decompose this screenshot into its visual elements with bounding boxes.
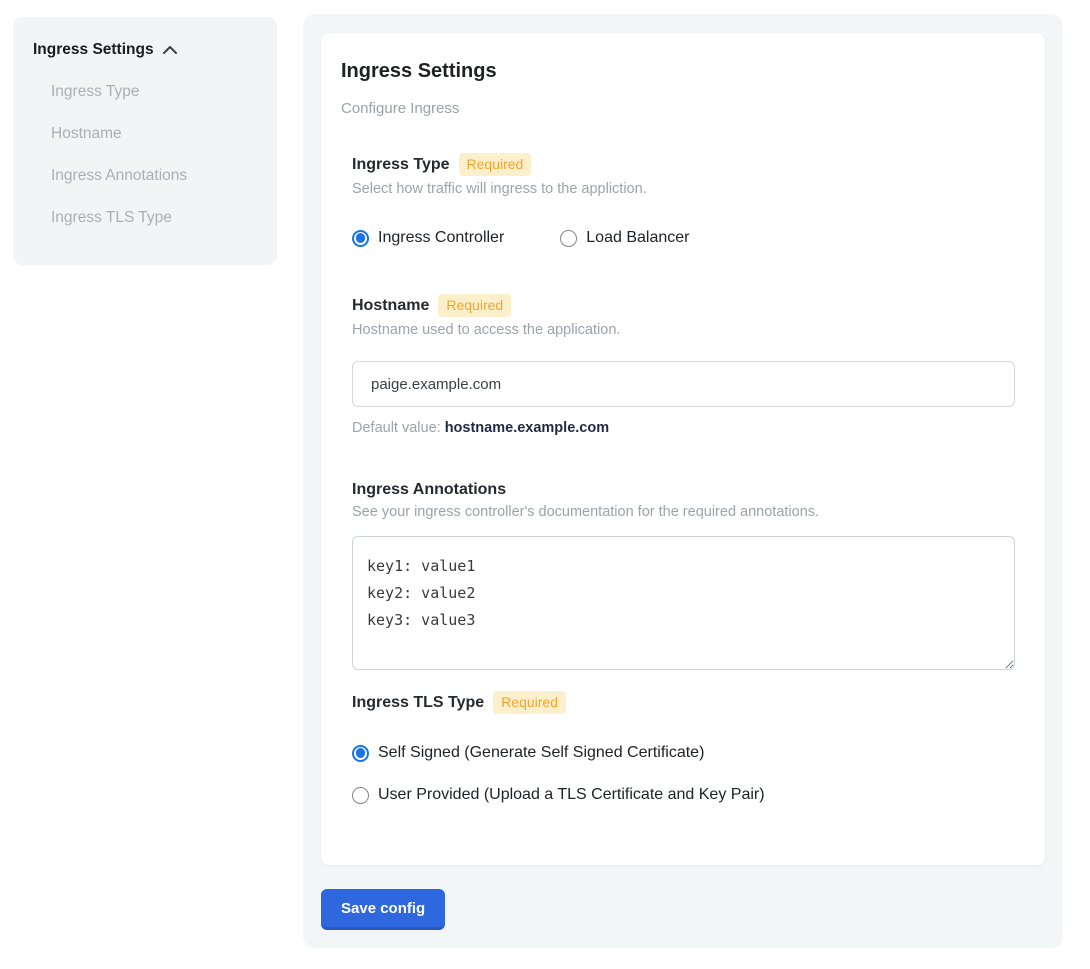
ingress-annotations-section: Ingress Annotations See your ingress con… [352, 481, 1015, 670]
radio-option-load-balancer[interactable]: Load Balancer [560, 229, 689, 247]
radio-option-self-signed[interactable]: Self Signed (Generate Self Signed Certif… [352, 744, 1015, 762]
default-value-text: hostname.example.com [445, 420, 609, 436]
required-badge: Required [438, 294, 511, 317]
radio-option-ingress-controller[interactable]: Ingress Controller [352, 229, 504, 247]
ingress-annotations-description: See your ingress controller's documentat… [352, 504, 1015, 520]
ingress-settings-panel: Ingress Settings Configure Ingress Ingre… [303, 14, 1063, 948]
page-subtitle: Configure Ingress [341, 100, 1015, 117]
ingress-type-description: Select how traffic will ingress to the a… [352, 181, 1015, 197]
save-config-button[interactable]: Save config [321, 889, 445, 930]
ingress-type-section: Ingress Type Required Select how traffic… [352, 153, 1015, 247]
radio-unselected-icon[interactable] [560, 230, 577, 247]
radio-selected-icon[interactable] [352, 230, 369, 247]
sidebar-item-ingress-annotations[interactable]: Ingress Annotations [51, 167, 259, 185]
sidebar-section-toggle[interactable]: Ingress Settings [33, 41, 259, 59]
default-value-label: Default value: [352, 420, 441, 436]
radio-option-label: Load Balancer [586, 229, 689, 247]
radio-option-label: User Provided (Upload a TLS Certificate … [378, 786, 765, 804]
sidebar-item-ingress-type[interactable]: Ingress Type [51, 83, 259, 101]
ingress-annotations-textarea[interactable]: key1: value1 key2: value2 key3: value3 [352, 536, 1015, 670]
hostname-section: Hostname Required Hostname used to acces… [352, 294, 1015, 436]
chevron-up-icon [162, 44, 178, 56]
hostname-input[interactable] [352, 361, 1015, 407]
ingress-tls-type-section: Ingress TLS Type Required Self Signed (G… [352, 691, 1015, 804]
hostname-label: Hostname [352, 297, 429, 315]
page-title: Ingress Settings [341, 60, 1015, 83]
hostname-description: Hostname used to access the application. [352, 322, 1015, 338]
ingress-tls-type-label: Ingress TLS Type [352, 694, 484, 712]
settings-sidebar: Ingress Settings Ingress Type Hostname I… [13, 17, 277, 265]
ingress-annotations-label: Ingress Annotations [352, 481, 506, 499]
radio-option-label: Self Signed (Generate Self Signed Certif… [378, 744, 704, 762]
ingress-type-label: Ingress Type [352, 156, 450, 174]
ingress-type-options: Ingress Controller Load Balancer [352, 229, 1015, 247]
hostname-default-hint: Default value: hostname.example.com [352, 420, 1015, 436]
required-badge: Required [493, 691, 566, 714]
radio-selected-icon[interactable] [352, 745, 369, 762]
required-badge: Required [459, 153, 532, 176]
ingress-settings-card: Ingress Settings Configure Ingress Ingre… [321, 33, 1045, 865]
radio-unselected-icon[interactable] [352, 787, 369, 804]
radio-option-label: Ingress Controller [378, 229, 504, 247]
sidebar-section-title: Ingress Settings [33, 41, 154, 59]
sidebar-item-hostname[interactable]: Hostname [51, 125, 259, 143]
ingress-tls-type-options: Self Signed (Generate Self Signed Certif… [352, 744, 1015, 804]
sidebar-item-ingress-tls-type[interactable]: Ingress TLS Type [51, 209, 259, 227]
sidebar-items: Ingress Type Hostname Ingress Annotation… [51, 83, 259, 227]
radio-option-user-provided[interactable]: User Provided (Upload a TLS Certificate … [352, 786, 1015, 804]
